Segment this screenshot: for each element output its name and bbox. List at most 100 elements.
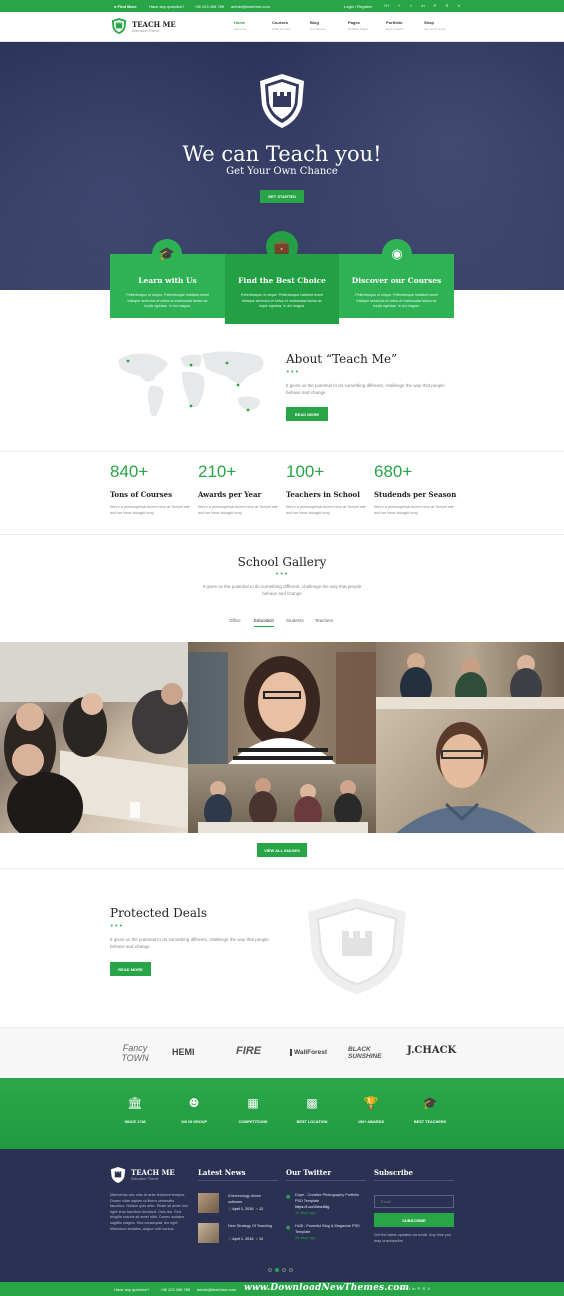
tab-education[interactable]: Education: [254, 618, 275, 627]
about-title: About “Teach Me”: [286, 352, 398, 366]
footer-logo-shield-icon[interactable]: [110, 1166, 126, 1184]
nav-shop-label: Shop: [424, 20, 434, 25]
tweet-time: 12 days ago: [295, 1211, 316, 1215]
achievement-awards: 🏆 100+ AWARDS: [341, 1096, 401, 1124]
news-title[interactable]: A technology driven software: [228, 1194, 276, 1205]
achievement-label: 100 IN GROUP: [180, 1120, 208, 1124]
clients-strip: Fancy TOWN HEMI FIRE WallForest BLACK SU…: [0, 1027, 564, 1078]
slider-dot[interactable]: [268, 1268, 272, 1272]
nav-shop[interactable]: Shop Get some study: [424, 20, 445, 31]
facebook-icon[interactable]: f: [396, 3, 402, 9]
nav-blog[interactable]: Blog Our Stories: [310, 20, 325, 31]
gallery-photo-library[interactable]: [376, 642, 564, 709]
linkedin-icon[interactable]: in: [420, 3, 426, 9]
gallery-photo-classroom[interactable]: [0, 642, 188, 833]
footer-social-icons[interactable]: G+ f t in P S V: [398, 1286, 430, 1291]
client-logo-fire[interactable]: FIRE: [236, 1045, 261, 1057]
deals-read-more-button[interactable]: READ MORE: [110, 962, 151, 976]
feature-title: Learn with Us: [138, 276, 197, 285]
divider: [198, 1180, 278, 1181]
nav-pages-sub: Detailed Pages: [348, 27, 369, 31]
achievement-competitions: ▦ COMPETITIONS: [223, 1096, 283, 1124]
news-date: April 1, 2016: [232, 1237, 254, 1241]
tweet-text: HUB - Powerful Blog & Magazine PSD Templ…: [295, 1224, 360, 1234]
nav-home-label: Home: [234, 20, 246, 25]
deals-shield-illustration: [308, 898, 406, 994]
achievement-label: COMPETITIONS: [238, 1120, 268, 1124]
feature-best-choice[interactable]: Find the Best Choice Pellentesque ut neq…: [225, 254, 339, 324]
feature-text: Pellentesque ut neque. Pellentesque habi…: [355, 293, 438, 308]
about-read-more-button[interactable]: READ MORE: [286, 407, 328, 421]
twitter-title: Our Twitter: [286, 1168, 332, 1177]
graduation-cap-icon: 🎓: [152, 239, 182, 269]
client-logo-j-chack[interactable]: J.CHACK: [407, 1045, 456, 1056]
brand-tagline: Education Theme: [132, 29, 160, 33]
logo-shield-icon[interactable]: [111, 17, 127, 35]
nav-courses[interactable]: Courses What we offer: [272, 20, 290, 31]
nav-pages[interactable]: Pages Detailed Pages: [348, 20, 368, 31]
nav-home-sub: About Us: [234, 27, 247, 31]
stat-label: Studends per Season: [374, 490, 457, 499]
twitter-icon[interactable]: t: [408, 3, 414, 9]
hero-subtitle: Get Your Own Chance: [226, 166, 338, 177]
title-dots: •••: [110, 923, 124, 930]
client-logo-wallforest[interactable]: WallForest: [290, 1049, 327, 1056]
slider-dot-active[interactable]: [275, 1268, 279, 1272]
graduation-cap-icon: 🎓: [422, 1096, 438, 1110]
topbar-phone: +38 123 456 789: [194, 4, 225, 9]
subscribe-button[interactable]: SUBSCRIBE: [374, 1213, 454, 1227]
get-started-button[interactable]: GET STARTED: [260, 190, 304, 203]
client-logo-hemi[interactable]: HEMI: [172, 1047, 195, 1057]
nav-home[interactable]: Home About Us: [234, 20, 246, 31]
view-all-images-button[interactable]: VIEW ALL IMAGES: [257, 843, 307, 857]
google-plus-icon[interactable]: G+: [384, 3, 390, 9]
stat-number: 100+: [286, 462, 325, 481]
nav-portfolio[interactable]: Portfolio Best Projects: [386, 20, 404, 31]
vimeo-icon[interactable]: V: [456, 3, 462, 9]
skype-icon[interactable]: S: [444, 3, 450, 9]
achievement-group: ☻ 100 IN GROUP: [164, 1096, 224, 1124]
hero-shield-icon: [260, 74, 304, 128]
stat-number: 210+: [198, 462, 237, 481]
client-logo-fancy-town[interactable]: Fancy TOWN: [118, 1043, 152, 1063]
news-thumbnail[interactable]: [198, 1193, 219, 1213]
subscribe-email-input[interactable]: [374, 1195, 454, 1208]
news-comments: 12: [259, 1207, 264, 1211]
news-meta: ◷ April 1, 2016 ● 12: [228, 1237, 264, 1241]
achievement-label: SINCE 1748: [124, 1120, 146, 1124]
slider-dot[interactable]: [289, 1268, 293, 1272]
news-title[interactable]: New Strategy Of Teaching: [228, 1224, 276, 1230]
group-icon: ☻: [188, 1096, 200, 1110]
achievement-since: 🏛 SINCE 1748: [105, 1096, 165, 1124]
bottom-email[interactable]: admin@teachme.com: [197, 1287, 236, 1292]
brand-name[interactable]: TEACH ME: [132, 20, 176, 29]
footer-brand-tagline: Education Theme: [131, 1177, 159, 1181]
news-thumbnail[interactable]: [198, 1223, 219, 1243]
tab-teachers[interactable]: Teachers: [315, 618, 333, 623]
gallery-photo-group-table[interactable]: [188, 764, 376, 833]
bottom-bar: Have any question? +38 123 456 789 admin…: [0, 1282, 564, 1296]
gallery-photo-student-smiling[interactable]: [188, 642, 376, 764]
stat-label: Tons of Courses: [110, 490, 173, 499]
gallery-text: It gives us the potential to do somethin…: [202, 584, 362, 596]
topbar-email[interactable]: admin@teachme.com: [231, 4, 270, 9]
nav-shop-sub: Get some study: [424, 27, 446, 31]
tweet-text: Dope - Creative Photography Portfolio PS…: [295, 1193, 360, 1203]
slider-dot[interactable]: [282, 1268, 286, 1272]
pinterest-icon[interactable]: P: [432, 3, 438, 9]
deals-text: It gives us the potential to do somethin…: [110, 937, 269, 949]
tweet-time: 26 days ago: [295, 1236, 316, 1240]
nav-blog-label: Blog: [310, 20, 319, 25]
login-register-link[interactable]: Login / Register: [344, 4, 372, 9]
client-logo-black-sunshine[interactable]: BLACK SUNSHINE: [348, 1046, 394, 1060]
title-dots: •••: [286, 369, 300, 376]
news-date: April 1, 2016: [232, 1207, 254, 1211]
stat-text: We're a philosophical bunch here at Scho…: [110, 505, 190, 515]
tab-office[interactable]: Office: [229, 618, 241, 623]
top-bar: ● Find More Have any question? +38 123 4…: [0, 0, 564, 12]
tab-students[interactable]: Students: [286, 618, 304, 623]
tweet-link[interactable]: https://t.co/Cleonl6lg: [295, 1205, 329, 1211]
find-more-link[interactable]: ● Find More: [114, 4, 137, 9]
gallery-photo-teacher[interactable]: [376, 709, 564, 833]
subscribe-text: Get the latest updates via email. Any ti…: [374, 1233, 452, 1243]
